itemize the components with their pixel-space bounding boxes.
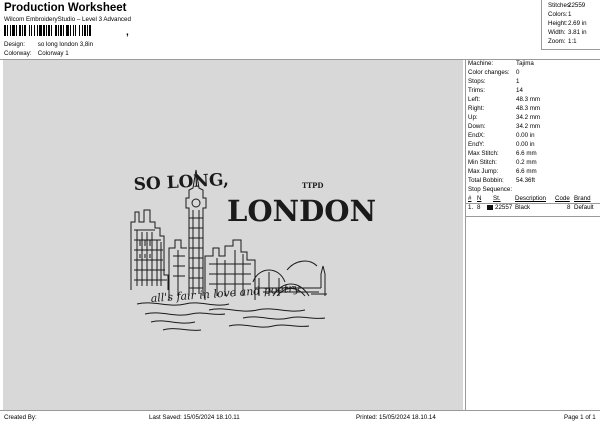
info-label: Down: bbox=[468, 123, 486, 130]
info-value: 0.00 in bbox=[516, 132, 535, 139]
script-line: all's fair in love and poetry bbox=[150, 282, 301, 305]
info-label: Total Bobbin: bbox=[468, 177, 504, 184]
info-total-bobbin: Total Bobbin: 54.36ft bbox=[468, 177, 600, 186]
table-row: 1. 8 22557 Black 8 Default bbox=[466, 204, 600, 213]
info-label: Stops: bbox=[468, 78, 486, 85]
stat-label: Colors: bbox=[548, 11, 568, 18]
barcode bbox=[4, 25, 91, 36]
info-machine: Machine: Tajima bbox=[468, 60, 600, 69]
info-value: Tajima bbox=[516, 60, 534, 67]
row-brand: Default bbox=[574, 204, 594, 211]
row-st: 22557 bbox=[495, 204, 513, 211]
info-label: EndX: bbox=[468, 132, 485, 139]
stat-width: Width: 3.81 in bbox=[548, 29, 600, 38]
info-value: 0.2 mm bbox=[516, 159, 537, 166]
design-meta: Design: so long london 3,8in bbox=[4, 41, 93, 48]
software-name: Wilcom EmbroideryStudio – Level 3 Advanc… bbox=[4, 16, 131, 23]
info-label: Left: bbox=[468, 96, 481, 103]
info-value: 34.2 mm bbox=[516, 123, 541, 130]
sequence-divider bbox=[466, 216, 600, 217]
info-label: Stop Sequence: bbox=[468, 186, 513, 193]
info-label: Up: bbox=[468, 114, 478, 121]
created-by: Created By: bbox=[4, 414, 37, 421]
info-value: 48.3 mm bbox=[516, 105, 541, 112]
info-label: Machine: bbox=[468, 60, 494, 67]
info-value: 6.6 mm bbox=[516, 168, 537, 175]
colorway-value: Colorway 1 bbox=[37, 50, 69, 57]
color-swatch bbox=[487, 205, 493, 210]
headline-so-long: SO LONG, bbox=[133, 170, 229, 195]
row-num: 1. bbox=[468, 204, 474, 211]
info-label: EndY: bbox=[468, 141, 485, 148]
info-max-stitch: Max Stitch: 6.6 mm bbox=[468, 150, 600, 159]
worksheet-title: Production Worksheet bbox=[4, 2, 127, 14]
info-label: Max Stitch: bbox=[468, 150, 499, 157]
info-color-changes: Color changes: 0 bbox=[468, 69, 600, 78]
info-left: Left: 48.3 mm bbox=[468, 96, 600, 105]
stat-label: Zoom: bbox=[548, 38, 566, 45]
col-num: # bbox=[468, 195, 472, 202]
stat-value: 3.81 in bbox=[568, 29, 587, 36]
headline-london: LONDON bbox=[227, 194, 376, 228]
printed-date: Printed: 15/05/2024 18.10.14 bbox=[356, 414, 436, 421]
design-value: so long london 3,8in bbox=[37, 41, 94, 48]
info-label: Color changes: bbox=[468, 69, 510, 76]
footer: Created By: Last Saved: 15/05/2024 18.10… bbox=[0, 410, 600, 424]
stat-stitches: Stitches: 22559 bbox=[548, 2, 600, 11]
info-endx: EndX: 0.00 in bbox=[468, 132, 600, 141]
last-saved: Last Saved: 15/05/2024 18.10.11 bbox=[149, 414, 240, 421]
info-down: Down: 34.2 mm bbox=[468, 123, 600, 132]
row-n: 8 bbox=[477, 204, 481, 211]
stat-label: Height: bbox=[548, 20, 568, 27]
machine-info-panel: Machine: Tajima Color changes: 0 Stops: 1 T… bbox=[465, 60, 600, 410]
info-value: 34.2 mm bbox=[516, 114, 541, 121]
info-up: Up: 34.2 mm bbox=[468, 114, 600, 123]
stat-value: 22559 bbox=[568, 2, 586, 9]
design-preview: SO LONG, LONDON TTPD all's fair in love … bbox=[3, 60, 463, 410]
info-min-stitch: Min Stitch: 0.2 mm bbox=[468, 159, 600, 168]
tag-ttpd: TTPD bbox=[302, 181, 324, 190]
col-code: Code bbox=[555, 195, 570, 202]
info-label: Trims: bbox=[468, 87, 485, 94]
info-value: 48.3 mm bbox=[516, 96, 541, 103]
col-brand: Brand bbox=[574, 195, 591, 202]
col-n: N bbox=[477, 195, 482, 202]
stat-value: 1 bbox=[568, 11, 572, 18]
stat-value: 1:1 bbox=[568, 38, 577, 45]
info-right: Right: 48.3 mm bbox=[468, 105, 600, 114]
info-endy: EndY: 0.00 in bbox=[468, 141, 600, 150]
stat-value: 2.69 in bbox=[568, 20, 587, 27]
info-value: 1 bbox=[516, 78, 520, 85]
col-st: St. bbox=[493, 195, 501, 202]
river-waves bbox=[136, 302, 326, 331]
info-label: Min Stitch: bbox=[468, 159, 497, 166]
stat-height: Height: 2.69 in bbox=[548, 20, 600, 29]
colorway-meta: Colorway: Colorway 1 bbox=[4, 50, 69, 57]
info-trims: Trims: 14 bbox=[468, 87, 600, 96]
row-description: Black bbox=[515, 204, 531, 211]
stop-sequence-header: # N St. Description Code Brand bbox=[466, 194, 600, 204]
stats-box: Stitches: 22559 Colors: 1 Height: 2.69 in W… bbox=[541, 0, 600, 50]
stat-colors: Colors: 1 bbox=[548, 11, 600, 20]
page-number: Page 1 of 1 bbox=[564, 414, 596, 421]
row-code: 8 bbox=[567, 204, 571, 211]
info-max-jump: Max Jump: 6.6 mm bbox=[468, 168, 600, 177]
stat-label: Width: bbox=[548, 29, 566, 36]
info-value: 0.00 in bbox=[516, 141, 535, 148]
info-value: 14 bbox=[516, 87, 523, 94]
info-value: 54.36ft bbox=[516, 177, 535, 184]
info-stops: Stops: 1 bbox=[468, 78, 600, 87]
barcode-suffix: , bbox=[126, 27, 129, 38]
embroidery-artwork: SO LONG, LONDON TTPD all's fair in love … bbox=[130, 169, 376, 331]
colorway-label: Colorway: bbox=[4, 50, 32, 57]
stat-zoom: Zoom: 1:1 bbox=[548, 38, 600, 47]
info-value: 0 bbox=[516, 69, 520, 76]
info-value: 6.6 mm bbox=[516, 150, 537, 157]
info-label: Right: bbox=[468, 105, 485, 112]
col-description: Description bbox=[515, 195, 546, 202]
design-label: Design: bbox=[4, 41, 25, 48]
info-label: Max Jump: bbox=[468, 168, 499, 175]
